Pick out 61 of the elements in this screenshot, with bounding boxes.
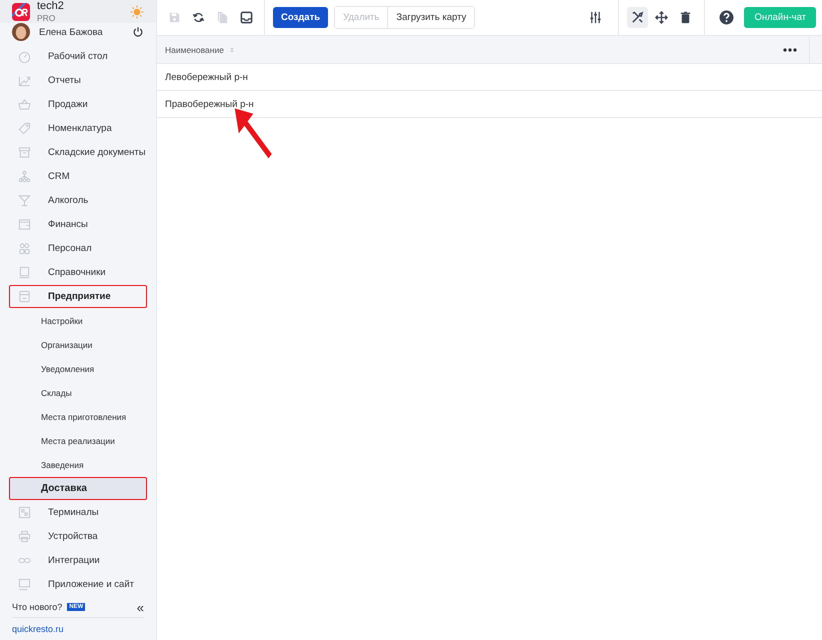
- sidebar-item[interactable]: Приложение и сайт: [9, 573, 147, 596]
- upload-map-button[interactable]: Загрузить карту: [387, 7, 474, 28]
- submenu-item[interactable]: Места приготовления: [9, 405, 147, 428]
- logo-icon: [12, 2, 30, 20]
- tools-button[interactable]: [627, 7, 648, 28]
- submenu-item[interactable]: Настройки: [9, 309, 147, 332]
- submenu-item[interactable]: Доставка: [9, 477, 147, 500]
- table-cell: Левобережный р-н: [165, 72, 248, 82]
- app-name: tech2: [37, 0, 65, 12]
- basket-icon: [18, 98, 31, 111]
- submenu-item[interactable]: Склады: [9, 381, 147, 404]
- collapse-icon[interactable]: «: [136, 600, 144, 614]
- submenu-item[interactable]: Организации: [9, 333, 147, 356]
- sidebar-item[interactable]: CRM: [9, 165, 147, 188]
- sidebar-item[interactable]: Отчеты: [9, 69, 147, 92]
- plan-label: PRO: [37, 13, 56, 23]
- sidebar-item[interactable]: Терминалы: [9, 501, 147, 524]
- monitor-icon: [18, 578, 31, 591]
- sidebar-item[interactable]: Продажи: [9, 93, 147, 116]
- submenu-item[interactable]: Заведения: [9, 453, 147, 476]
- power-icon[interactable]: [132, 26, 144, 38]
- copy-icon: [216, 11, 229, 24]
- inbox-icon: [240, 11, 253, 24]
- hierarchy-icon: [18, 170, 31, 183]
- chart-icon: [18, 74, 31, 87]
- people-icon: [18, 242, 31, 255]
- sidebar-item[interactable]: Интеграции: [9, 549, 147, 572]
- help-icon[interactable]: [719, 10, 734, 25]
- sidebar-item[interactable]: Персонал: [9, 237, 147, 260]
- user-name: Елена Бажова: [39, 26, 104, 38]
- gauge-icon: [18, 50, 31, 63]
- book-icon: [18, 266, 31, 279]
- site-link[interactable]: quickresto.ru: [12, 618, 144, 634]
- sidebar-item[interactable]: Предприятие: [9, 285, 147, 308]
- sidebar-item[interactable]: Рабочий стол: [9, 45, 147, 68]
- store-icon: [18, 290, 31, 303]
- table-cell: Правобережный р-н: [165, 98, 254, 110]
- sidebar-item[interactable]: Номенклатура: [9, 117, 147, 140]
- tag-icon: [18, 122, 31, 135]
- wallet-icon: [18, 218, 31, 231]
- sidebar-item[interactable]: Устройства: [9, 525, 147, 548]
- qr-icon: [18, 506, 31, 519]
- sidebar-item[interactable]: Складские документы: [9, 141, 147, 164]
- trash-icon: [679, 11, 692, 24]
- save-icon: [168, 11, 181, 24]
- submenu-item[interactable]: Места реализации: [9, 429, 147, 452]
- sidebar-item[interactable]: Финансы: [9, 213, 147, 236]
- sliders-icon: [589, 11, 602, 24]
- sidebar-item[interactable]: Алкоголь: [9, 189, 147, 212]
- create-button[interactable]: Создать: [273, 7, 328, 28]
- refresh-icon: [192, 11, 205, 24]
- tools-icon: [631, 11, 644, 24]
- sidebar-item[interactable]: Справочники: [9, 261, 147, 284]
- move-icon: [655, 11, 668, 24]
- printer-icon: [18, 530, 31, 543]
- glass-icon: [18, 194, 31, 207]
- submenu-item[interactable]: Уведомления: [9, 357, 147, 380]
- avatar: [12, 23, 30, 41]
- archive-icon: [18, 146, 31, 159]
- whats-new-link[interactable]: Что нового?: [12, 602, 62, 612]
- column-header[interactable]: Наименование: [165, 44, 224, 54]
